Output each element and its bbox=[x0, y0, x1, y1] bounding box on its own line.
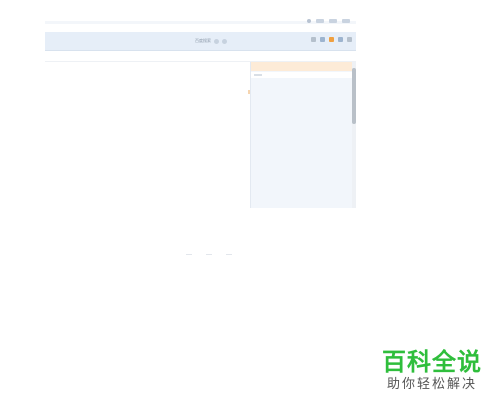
watermark-title: 百科全说 bbox=[382, 348, 482, 376]
side-panel-row-label bbox=[254, 74, 262, 76]
favorite-icon[interactable] bbox=[320, 37, 325, 42]
side-panel bbox=[250, 62, 354, 208]
search-box[interactable]: 百度搜索 bbox=[195, 37, 305, 45]
browser-window: 百度搜索 bbox=[45, 16, 356, 208]
search-engine-label: 百度搜索 bbox=[195, 38, 211, 43]
extension-icon[interactable] bbox=[329, 37, 334, 42]
loading-dot bbox=[206, 254, 212, 255]
page-content bbox=[45, 62, 250, 208]
loading-dot bbox=[186, 254, 192, 255]
side-panel-row[interactable] bbox=[251, 72, 354, 78]
close-icon[interactable] bbox=[342, 19, 350, 23]
watermark-subtitle: 助你轻松解决 bbox=[386, 377, 477, 392]
refresh-icon[interactable] bbox=[311, 37, 316, 42]
title-bar bbox=[45, 16, 356, 30]
window-controls bbox=[307, 19, 350, 23]
maximize-icon[interactable] bbox=[329, 19, 337, 23]
search-icon[interactable] bbox=[222, 38, 227, 44]
toolbar-icon-group bbox=[311, 37, 352, 42]
menu-icon[interactable] bbox=[347, 37, 352, 42]
skin-icon[interactable] bbox=[307, 19, 311, 23]
minimize-icon[interactable] bbox=[316, 19, 324, 23]
loading-indicator bbox=[186, 254, 232, 256]
vertical-scrollbar[interactable] bbox=[352, 62, 356, 208]
watermark-logo: 百科全说 助你轻松解决 bbox=[376, 348, 488, 394]
loading-dot bbox=[226, 254, 232, 255]
scroll-thumb[interactable] bbox=[352, 68, 356, 124]
side-panel-header[interactable] bbox=[251, 62, 354, 71]
download-icon[interactable] bbox=[338, 37, 343, 42]
info-bar bbox=[45, 51, 356, 62]
browser-toolbar: 百度搜索 bbox=[45, 32, 356, 51]
dropdown-icon[interactable] bbox=[214, 38, 219, 44]
